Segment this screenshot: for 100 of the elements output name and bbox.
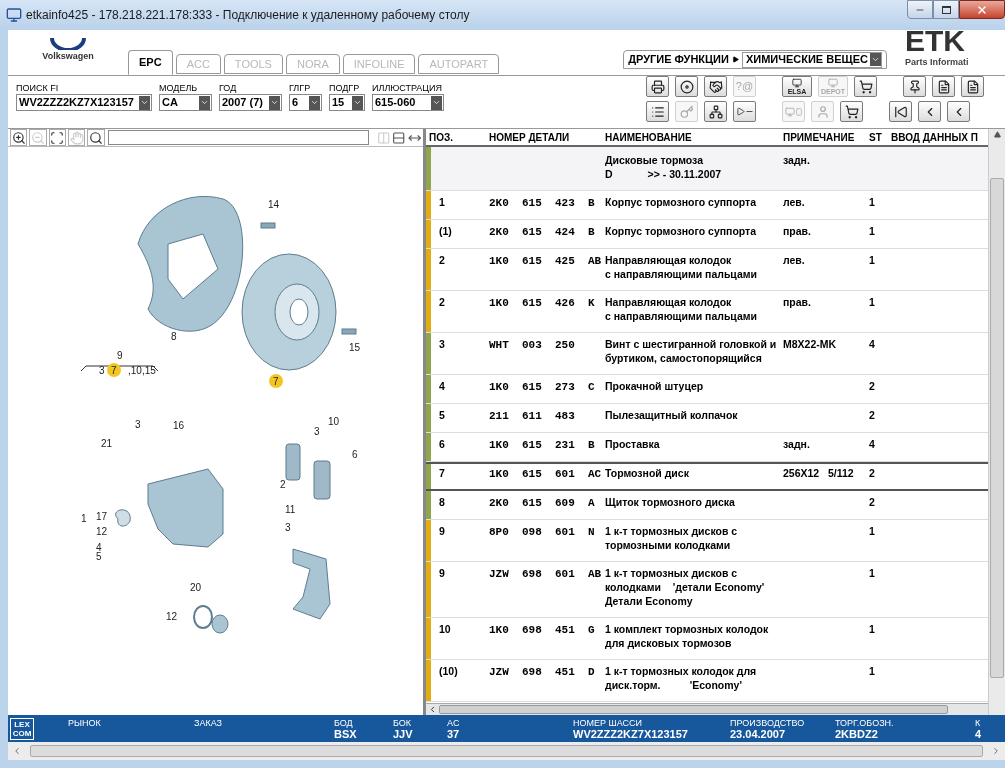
table-row[interactable]: 1 2K0 615 423 B Корпус тормозного суппорта лев. 1 xyxy=(426,191,988,220)
table-cell: 7 xyxy=(439,467,445,479)
table-cell: Направляющая колодок с направляющими пальцами xyxy=(605,296,758,322)
status-label: ПРОИЗВОДСТВО xyxy=(730,717,806,728)
zoom-tool-button[interactable] xyxy=(10,129,28,146)
callout-number: 8 xyxy=(171,331,177,342)
status-value: 2KBDZ2 xyxy=(835,727,879,740)
table-cell: 2 xyxy=(869,380,875,392)
functions-dropdown[interactable]: ХИМИЧЕСКИЕ ВЕЩЕС xyxy=(741,51,882,68)
table-cell: 1 xyxy=(869,254,875,266)
callout-number: 3 xyxy=(314,426,320,437)
brake-pad-drawing xyxy=(313,460,331,500)
document-icon xyxy=(965,79,980,94)
table-cell: 1 xyxy=(869,665,875,677)
scroll-up-icon xyxy=(993,131,1001,138)
toolbar-button[interactable] xyxy=(903,76,926,97)
callout-number: 9 xyxy=(117,350,123,361)
handshake-icon xyxy=(708,79,723,94)
table-cell: 8 xyxy=(439,496,445,508)
horizontal-scrollbar[interactable] xyxy=(8,742,1005,760)
table-row[interactable]: 8 2K0 615 609 A Щиток тормозного диска 2 xyxy=(426,491,988,520)
maximize-button[interactable] xyxy=(933,0,959,19)
dropdown[interactable]: 2007 (7) xyxy=(219,94,282,111)
table-cell: задн. xyxy=(783,154,810,166)
toolbar-button[interactable] xyxy=(854,76,877,97)
status-value: WV2ZZZ2KZ7X123157 xyxy=(573,727,689,740)
callout-number: 15 xyxy=(349,342,361,353)
table-cell: 256X12 5/112 xyxy=(783,467,854,479)
dropdown[interactable]: 15 xyxy=(329,94,365,111)
disc-icon xyxy=(679,79,694,94)
callout-number: 3 xyxy=(285,522,291,533)
table-cell: (10) xyxy=(439,665,458,677)
toolbar-button[interactable] xyxy=(675,76,698,97)
bolt-drawing xyxy=(341,328,357,335)
brand-name: Volkswagen xyxy=(42,49,94,63)
toolbar-button[interactable] xyxy=(947,101,970,122)
document-icon xyxy=(936,79,951,94)
tab[interactable]: EPC xyxy=(128,50,173,75)
vertical-scrollbar[interactable] xyxy=(988,129,1005,715)
table-row[interactable]: 10 1K0 698 451 G 1 комплект тормозных колодок для дисковых тормозов 1 xyxy=(426,618,988,660)
table-cell: 2K0 615 424 B xyxy=(489,226,595,238)
table-cell: Корпус тормозного суппорта xyxy=(605,196,757,208)
table-cell: прав. xyxy=(783,225,811,237)
zoom-tool-button[interactable] xyxy=(87,129,105,146)
dropdown[interactable]: WV2ZZZ2KZ7X123157 xyxy=(16,94,152,111)
table-row[interactable]: 7 1K0 615 601 AC Тормозной диск 256X12 5/112 2 xyxy=(426,462,988,491)
table-cell: 211 611 483 xyxy=(489,410,575,422)
toolbar-button[interactable] xyxy=(932,76,955,97)
toolbar-button[interactable] xyxy=(889,101,912,122)
toolbar-button[interactable] xyxy=(961,76,984,97)
other-functions-label: ДРУГИЕ ФУНКЦИИ xyxy=(628,52,729,68)
table-cell: 1 xyxy=(869,623,875,635)
table-row[interactable]: 6 1K0 615 231 B Проставка задн. 4 xyxy=(426,433,988,462)
table-row[interactable]: Дисковые тормоза D >> - 30.11.2007 задн. xyxy=(426,147,988,191)
maximize-icon xyxy=(941,5,951,14)
table-row[interactable]: 2 1K0 615 426 K Направляющая колодок с направляющими пальцами прав. 1 xyxy=(426,291,988,333)
toolbar-button[interactable] xyxy=(646,101,669,122)
table-row[interactable]: 3 WHT 003 250 Винт с шестигранной головкой и буртиком, самостопорящийся M8X22-MK 4 xyxy=(426,333,988,375)
callout-number: 5 xyxy=(96,551,102,562)
table-row[interactable]: 9 JZW 698 601 AB 1 к-т тормозных дисков с колодками 'детали Economy' Детали Economy 1 xyxy=(426,562,988,618)
column-header: ST xyxy=(869,130,883,145)
table-cell: 1 комплект тормозных колодок для дисковых тормозов xyxy=(605,623,769,649)
table-cell: 2 xyxy=(439,254,445,266)
dropdown[interactable]: 615-060 xyxy=(372,94,444,111)
zoom-tool-button[interactable] xyxy=(48,129,67,146)
status-value: 4 xyxy=(975,727,983,740)
close-button[interactable] xyxy=(959,0,1005,19)
field-label: МОДЕЛЬ xyxy=(159,82,199,94)
toolbar-button[interactable] xyxy=(704,76,727,97)
table-cell: 1 к-т тормозных дисков с тормозными колодками xyxy=(605,525,738,551)
table-row[interactable]: (10) JZW 698 451 D 1 к-т тормозных колодок для диск.торм. 'Economy' 1 xyxy=(426,660,988,702)
status-label: БОД xyxy=(334,717,354,728)
table-cell: 8P0 098 601 N xyxy=(489,526,595,538)
toolbar-button[interactable] xyxy=(840,101,863,122)
search-field[interactable] xyxy=(107,130,369,145)
column-header: НАИМЕНОВАНИЕ xyxy=(605,130,693,145)
table-cell: 1K0 615 426 K xyxy=(489,297,595,309)
scroll-left-icon xyxy=(428,705,437,714)
toolbar-button[interactable] xyxy=(918,101,941,122)
field-label: ИЛЛЮСТРАЦИЯ xyxy=(372,82,443,94)
table-cell: 4 xyxy=(439,380,445,392)
table-row[interactable]: (1) 2K0 615 424 B Корпус тормозного суппорта прав. 1 xyxy=(426,220,988,249)
table-cell: 1 xyxy=(869,296,875,308)
table-row[interactable]: 2 1K0 615 425 AB Направляющая колодок с направляющими пальцами лев. 1 xyxy=(426,249,988,291)
horizontal-scrollbar[interactable] xyxy=(426,703,988,715)
table-cell: лев. xyxy=(783,196,805,208)
callout-number: ,10,15 xyxy=(128,365,156,376)
tree-icon xyxy=(708,104,723,119)
toolbar-button[interactable] xyxy=(704,101,727,122)
callout-number: 12 xyxy=(96,526,108,537)
table-cell: Дисковые тормоза D >> - 30.11.2007 xyxy=(605,154,722,180)
table-cell: 4 xyxy=(869,338,875,350)
table-row[interactable]: 9 8P0 098 601 N 1 к-т тормозных дисков с тормозными колодками 1 xyxy=(426,520,988,562)
table-row[interactable]: 4 1K0 615 273 C Прокачной штуцер 2 xyxy=(426,375,988,404)
toolbar-button[interactable] xyxy=(646,76,669,97)
table-row[interactable]: 5 211 611 483 Пылезащитный колпачок 2 xyxy=(426,404,988,433)
table-cell: Направляющая колодок с направляющими пальцами xyxy=(605,254,758,280)
dropdown[interactable]: CA xyxy=(159,94,212,111)
zoom-out-icon xyxy=(31,130,45,145)
dropdown[interactable]: 6 xyxy=(289,94,322,111)
